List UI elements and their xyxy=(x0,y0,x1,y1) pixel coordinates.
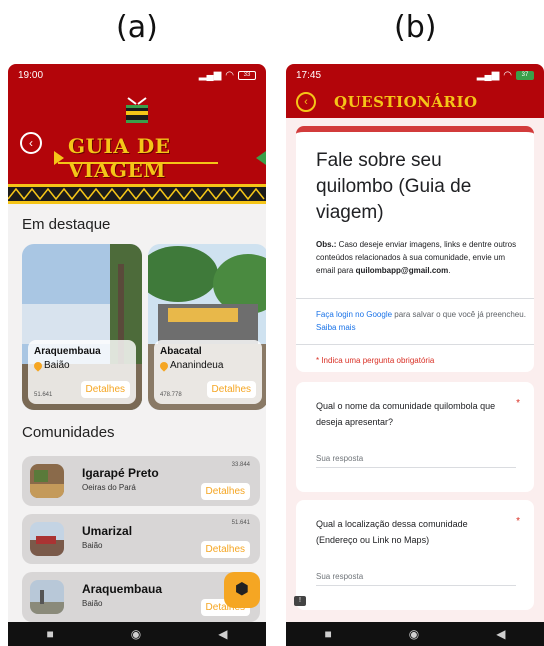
learn-more-link[interactable]: Saiba mais xyxy=(316,323,356,332)
featured-place: Ananindeua xyxy=(170,360,224,371)
battery-icon: 37 xyxy=(516,70,534,80)
divider xyxy=(296,344,534,345)
panel-label-a: (a) xyxy=(116,10,158,45)
details-button[interactable]: Detalhes xyxy=(80,381,130,398)
location-pin-icon xyxy=(158,359,170,372)
featured-name: Abacatal xyxy=(160,346,202,357)
triangle-right-icon xyxy=(256,151,266,165)
community-count: 33.844 xyxy=(231,462,250,468)
status-time: 19:00 xyxy=(18,69,44,81)
back-button[interactable]: ‹ xyxy=(20,132,42,154)
decorative-pattern-band xyxy=(8,184,266,204)
featured-count: 51.641 xyxy=(34,392,53,398)
community-thumbnail xyxy=(30,464,64,498)
question-card: Qual a localização dessa comunidade (End… xyxy=(296,500,534,610)
details-button[interactable]: Detalhes xyxy=(206,381,256,398)
system-nav-bar: ■ ◉ ◀ xyxy=(8,622,266,646)
featured-card[interactable]: Abacatal Ananindeua 478.778 Detalhes xyxy=(148,244,266,410)
back-icon[interactable]: ◀ xyxy=(218,627,227,641)
status-bar: 17:45 ▂▄▆ ◠ 37 xyxy=(286,64,544,86)
featured-section-title: Em destaque xyxy=(22,216,111,233)
community-thumbnail xyxy=(30,580,64,614)
featured-count: 478.778 xyxy=(160,392,182,398)
status-time: 17:45 xyxy=(296,69,322,81)
signal-icon: ▂▄▆ xyxy=(198,69,222,81)
login-link[interactable]: Faça login no Google xyxy=(316,310,392,319)
wifi-icon: ◠ xyxy=(225,69,234,81)
required-note: * Indica uma pergunta obrigatória xyxy=(316,356,435,365)
login-notice: Faça login no Google para salvar o que v… xyxy=(316,310,526,332)
required-asterisk: * xyxy=(516,398,520,409)
community-count: 51.641 xyxy=(231,520,250,526)
answer-input[interactable]: Sua resposta xyxy=(316,572,516,586)
community-thumbnail xyxy=(30,522,64,556)
status-bar: 19:00 ▂▄▆ ◠ 33 xyxy=(8,64,266,86)
app-title: GUIA DE VIAGEM xyxy=(68,134,171,182)
communities-section-title: Comunidades xyxy=(22,424,115,441)
community-name: Igarapé Preto xyxy=(82,466,159,480)
form-description: Obs.: Caso deseje enviar imagens, links … xyxy=(316,240,517,275)
home-icon[interactable]: ◉ xyxy=(131,627,141,641)
community-card[interactable]: Igarapé Preto Oeiras do Pará 33.844 Deta… xyxy=(22,456,260,506)
app-header: 19:00 ▂▄▆ ◠ 33 ‹ GUIA DE VIAGEM xyxy=(8,64,266,204)
community-name: Araquembaua xyxy=(82,582,163,596)
featured-card[interactable]: Araquembaua Baião 51.641 Detalhes xyxy=(22,244,142,410)
add-location-button[interactable]: ⬢ xyxy=(224,572,260,608)
home-icon[interactable]: ◉ xyxy=(409,627,419,641)
app-title-group: GUIA DE VIAGEM xyxy=(54,134,266,182)
panel-label-b: (b) xyxy=(394,10,437,45)
community-name: Umarizal xyxy=(82,524,133,538)
community-place: Baião xyxy=(82,541,103,550)
required-asterisk: * xyxy=(516,516,520,527)
community-place: Baião xyxy=(82,599,103,608)
recents-icon[interactable]: ■ xyxy=(325,627,332,641)
screen-title: QUESTIONÁRIO xyxy=(334,93,478,111)
phone-screen-guia: 19:00 ▂▄▆ ◠ 33 ‹ GUIA DE VIAGEM Em desta… xyxy=(8,64,266,646)
details-button[interactable]: Detalhes xyxy=(200,541,250,558)
community-place: Oeiras do Pará xyxy=(82,483,136,492)
system-nav-bar: ■ ◉ ◀ xyxy=(286,622,544,646)
divider xyxy=(296,298,534,299)
form-header-card: Fale sobre seu quilombo (Guia de viagem)… xyxy=(296,126,534,372)
question-text: Qual o nome da comunidade quilombola que… xyxy=(316,401,496,427)
featured-place: Baião xyxy=(44,360,70,371)
details-button[interactable]: Detalhes xyxy=(200,483,250,500)
location-pin-icon xyxy=(32,359,44,372)
location-add-icon: ⬢ xyxy=(235,581,249,598)
form-title: Fale sobre seu quilombo (Guia de viagem) xyxy=(316,150,472,223)
recents-icon[interactable]: ■ xyxy=(47,627,54,641)
feedback-icon[interactable]: ! xyxy=(294,596,306,606)
community-card[interactable]: Umarizal Baião 51.641 Detalhes xyxy=(22,514,260,564)
back-button[interactable]: ‹ xyxy=(296,92,316,112)
wifi-icon: ◠ xyxy=(503,69,512,81)
featured-name: Araquembaua xyxy=(34,346,101,357)
question-card: Qual o nome da comunidade quilombola que… xyxy=(296,382,534,492)
phone-screen-questionario: 17:45 ▂▄▆ ◠ 37 ‹ QUESTIONÁRIO Fale sobre… xyxy=(286,64,544,646)
battery-icon: 33 xyxy=(238,70,256,80)
answer-input[interactable]: Sua resposta xyxy=(316,454,516,468)
app-header: 17:45 ▂▄▆ ◠ 37 ‹ QUESTIONÁRIO xyxy=(286,64,544,118)
drum-icon xyxy=(126,97,148,123)
question-text: Qual a localização dessa comunidade (End… xyxy=(316,519,468,545)
signal-icon: ▂▄▆ xyxy=(476,69,500,81)
back-icon[interactable]: ◀ xyxy=(496,627,505,641)
title-underline xyxy=(58,162,218,164)
